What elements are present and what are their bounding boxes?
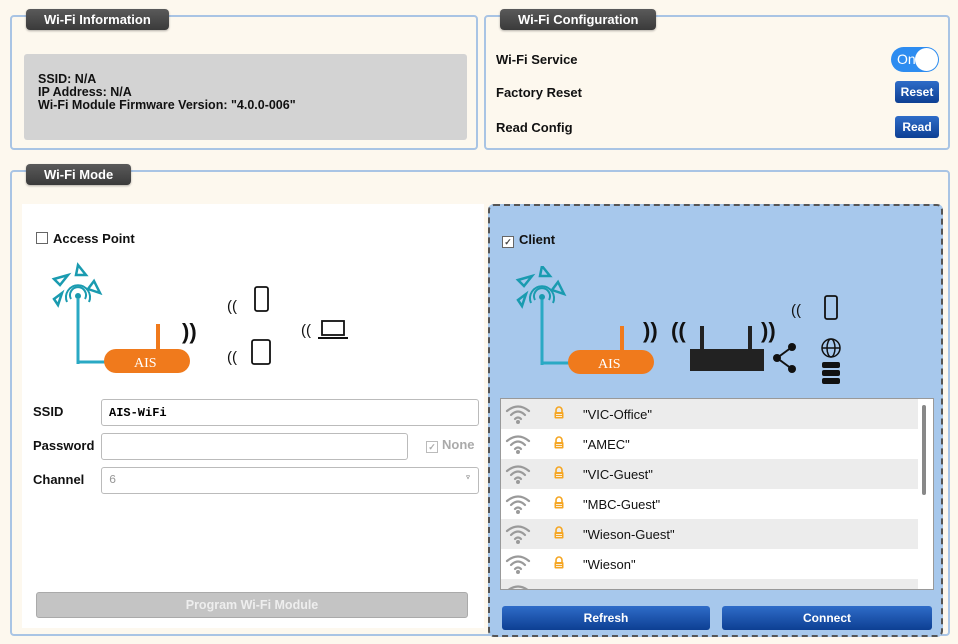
network-row[interactable]: "VIC-Office" xyxy=(501,399,918,429)
svg-text:((: (( xyxy=(671,318,686,343)
wifi-signal-icon xyxy=(505,433,531,458)
network-row[interactable]: "MBC-Guest" xyxy=(501,489,918,519)
network-name: "Wieson-Guest" xyxy=(583,527,675,542)
lock-icon xyxy=(554,466,564,482)
read-button[interactable]: Read xyxy=(895,116,939,138)
wifi-signal-icon xyxy=(505,403,531,428)
program-wifi-module-button[interactable]: Program Wi-Fi Module xyxy=(36,592,468,618)
wifi-information-legend: Wi-Fi Information xyxy=(26,9,169,30)
network-list[interactable]: "VIC-Office" "AMEC" "VIC-Guest" "MBC-Guest"… xyxy=(500,398,934,590)
network-row-partial[interactable] xyxy=(501,579,918,589)
access-point-area: Access Point AIS )) (( (( ((SSID AIS-Wi… xyxy=(22,204,484,628)
wifi-signal-icon xyxy=(505,553,531,578)
refresh-button[interactable]: Refresh xyxy=(502,606,710,630)
read-config-label: Read Config xyxy=(496,120,573,135)
wifi-signal-icon xyxy=(505,523,531,548)
lock-icon xyxy=(554,436,564,452)
access-point-label: Access Point xyxy=(53,231,135,246)
client-checkbox-box[interactable]: ✓ xyxy=(502,236,514,248)
password-input[interactable] xyxy=(101,433,408,460)
network-name: "MBC-Guest" xyxy=(583,497,661,512)
lock-icon xyxy=(554,556,564,572)
client-checkbox[interactable]: ✓ Client xyxy=(502,232,555,248)
client-label: Client xyxy=(519,232,556,247)
svg-text:((: (( xyxy=(227,298,237,315)
network-rows: "VIC-Office" "AMEC" "VIC-Guest" "MBC-Guest"… xyxy=(501,399,933,589)
channel-value: 6 xyxy=(109,473,117,487)
network-name: "VIC-Office" xyxy=(583,407,652,422)
wireless-router-icon xyxy=(690,326,764,371)
wifi-signal-icon xyxy=(505,463,531,488)
wifi-mode-legend: Wi-Fi Mode xyxy=(26,164,132,185)
svg-text:)): )) xyxy=(643,318,658,343)
svg-text:((: (( xyxy=(791,302,801,319)
lock-icon xyxy=(554,406,564,422)
wifi-configuration-legend: Wi-Fi Configuration xyxy=(500,9,657,30)
client-illustration: AIS )) (( )) (( xyxy=(515,266,841,384)
svg-text:((: (( xyxy=(301,322,311,339)
none-checkbox[interactable]: ✓ None xyxy=(426,437,475,453)
factory-reset-label: Factory Reset xyxy=(496,85,582,100)
network-list-scrollbar[interactable] xyxy=(922,405,926,495)
wifi-signal-icon xyxy=(505,493,531,518)
firmware-info: Wi-Fi Module Firmware Version: "4.0.0-00… xyxy=(38,98,296,112)
svg-text:)): )) xyxy=(761,318,776,343)
toggle-knob xyxy=(915,48,938,71)
toggle-state-text: On xyxy=(897,51,916,67)
access-point-checkbox[interactable]: Access Point xyxy=(36,231,135,246)
none-label: None xyxy=(442,437,475,452)
wifi-mode-panel: Wi-Fi Mode Access Point AIS )) (( ((((… xyxy=(10,164,950,637)
share-icon xyxy=(773,343,796,373)
wifi-info-box: SSID: N/A IP Address: N/A Wi-Fi Module F… xyxy=(24,54,467,140)
ssid-input[interactable] xyxy=(101,399,479,426)
globe-icon xyxy=(821,338,841,358)
wifi-signal-icon xyxy=(505,583,531,589)
wifi-information-panel: Wi-Fi Information SSID: N/A IP Address: … xyxy=(10,9,478,150)
reset-button[interactable]: Reset xyxy=(895,81,939,103)
network-name: "Wieson" xyxy=(583,557,636,572)
access-point-illustration: AIS )) (( (( (( xyxy=(51,262,348,373)
client-router-brand: AIS xyxy=(598,357,621,372)
lock-icon xyxy=(554,496,564,512)
wifi-service-toggle[interactable]: On xyxy=(891,47,939,72)
connect-button[interactable]: Connect xyxy=(722,606,932,630)
ap-router-brand: AIS xyxy=(134,356,157,371)
none-checkbox-box[interactable]: ✓ xyxy=(426,441,438,453)
network-name: "VIC-Guest" xyxy=(583,467,653,482)
lock-icon xyxy=(554,526,564,542)
client-area: ✓ Client AIS )) (( )) (("VIC-Office" "A… xyxy=(488,204,943,637)
channel-select[interactable]: 6 ▿ xyxy=(101,467,479,494)
network-name: "AMEC" xyxy=(583,437,630,452)
network-row[interactable]: "Wieson" xyxy=(501,549,918,579)
server-icon xyxy=(822,362,840,384)
network-row[interactable]: "Wieson-Guest" xyxy=(501,519,918,549)
password-label: Password xyxy=(33,438,95,453)
channel-label: Channel xyxy=(33,472,85,487)
chevron-down-icon: ▿ xyxy=(464,473,471,484)
network-row[interactable]: "AMEC" xyxy=(501,429,918,459)
svg-text:((: (( xyxy=(227,349,237,366)
svg-text:)): )) xyxy=(182,319,197,344)
wifi-service-label: Wi-Fi Service xyxy=(496,52,578,67)
wifi-configuration-panel: Wi-Fi Configuration Wi-Fi Service On Fac… xyxy=(484,9,950,150)
access-point-checkbox-box[interactable] xyxy=(36,232,48,244)
ssid-label: SSID xyxy=(33,404,64,419)
network-row[interactable]: "VIC-Guest" xyxy=(501,459,918,489)
